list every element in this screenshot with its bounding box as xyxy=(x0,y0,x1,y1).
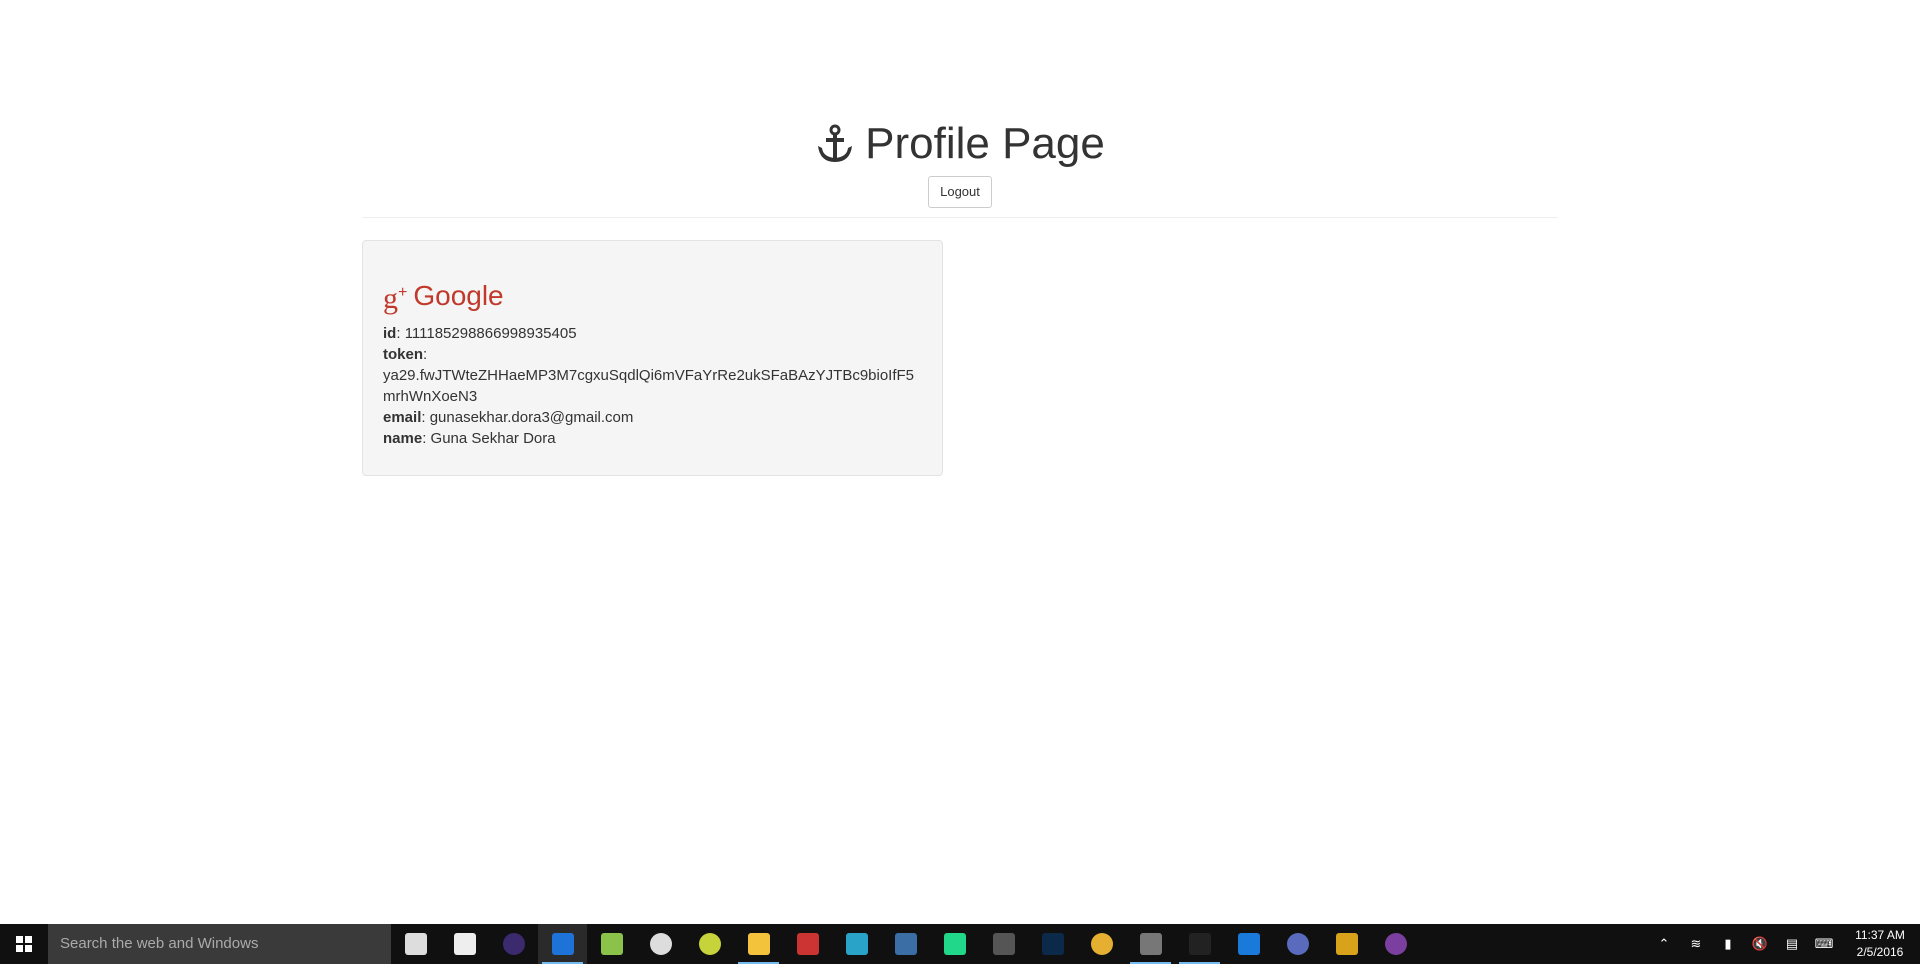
app-red-icon xyxy=(796,933,819,955)
taskbar-app-app-blue[interactable] xyxy=(1224,924,1273,964)
field-label: name xyxy=(383,430,423,447)
python-icon xyxy=(894,933,917,955)
chevron-up-icon[interactable]: ⌃ xyxy=(1648,936,1680,952)
anchor-icon xyxy=(818,124,853,162)
taskbar-app-notepad-plus[interactable] xyxy=(587,924,636,964)
volume-muted-icon[interactable]: 🔇 xyxy=(1744,936,1776,952)
field-value: gunasekhar.dora3@gmail.com xyxy=(429,409,634,426)
edge-icon xyxy=(551,933,574,955)
field-label: email xyxy=(383,409,422,426)
app-blue-icon xyxy=(1237,933,1260,955)
field-value: 111185298866998935405 xyxy=(404,325,577,342)
eclipse-icon xyxy=(502,933,525,955)
taskbar-app-app-purple[interactable] xyxy=(1371,924,1420,964)
photoshop-icon xyxy=(1041,933,1064,955)
taskbar-app-app-diamond[interactable] xyxy=(832,924,881,964)
start-button[interactable] xyxy=(0,924,48,964)
profile-page: Profile Page Logout g+ Google id: 111185… xyxy=(0,0,1920,924)
store-icon xyxy=(453,933,476,955)
clock[interactable]: 11:37 AM 2/5/2016 xyxy=(1840,927,1920,961)
field-value: ya29.fwJTWteZHHaeMP3M7cgxuSqdlQi6mVFaYrR… xyxy=(383,367,915,405)
taskbar-app-python[interactable] xyxy=(881,924,930,964)
taskbar-app-edge[interactable] xyxy=(538,924,587,964)
google-profile-card: g+ Google id: 111185298866998935405 toke… xyxy=(362,240,943,476)
field-label: id xyxy=(383,325,397,342)
chrome-icon xyxy=(1090,933,1113,955)
groove-icon xyxy=(649,933,672,955)
cmd-icon xyxy=(992,933,1015,955)
page-title-text: Profile Page xyxy=(865,119,1105,168)
taskbar: Search the web and Windows ⌃ ≋ ▮ 🔇 ▤ ⌨ 1… xyxy=(0,924,1920,964)
terminal-icon xyxy=(1188,933,1211,955)
field-value: Guna Sekhar Dora xyxy=(430,430,556,447)
pycharm-icon xyxy=(943,933,966,955)
field-id: id: 111185298866998935405 xyxy=(383,325,577,342)
notepad-plus-icon xyxy=(600,933,623,955)
taskbar-app-app-green[interactable] xyxy=(685,924,734,964)
taskbar-app-eclipse[interactable] xyxy=(489,924,538,964)
task-view-icon xyxy=(404,933,427,955)
system-tray: ⌃ ≋ ▮ 🔇 ▤ ⌨ 11:37 AM 2/5/2016 xyxy=(1648,927,1920,961)
app-planet-icon xyxy=(1286,933,1309,955)
taskbar-app-sublime[interactable] xyxy=(1126,924,1175,964)
taskbar-app-terminal[interactable] xyxy=(1175,924,1224,964)
taskbar-search[interactable]: Search the web and Windows xyxy=(48,924,391,964)
taskbar-apps xyxy=(391,924,1420,964)
page-header: Profile Page Logout xyxy=(362,112,1558,208)
taskbar-app-groove[interactable] xyxy=(636,924,685,964)
notifications-icon[interactable]: ▤ xyxy=(1776,936,1808,952)
page-title: Profile Page xyxy=(362,112,1558,176)
divider xyxy=(362,217,1558,218)
field-name: name: Guna Sekhar Dora xyxy=(383,430,556,447)
taskbar-app-cmd[interactable] xyxy=(979,924,1028,964)
taskbar-app-store[interactable] xyxy=(440,924,489,964)
taskbar-app-app-yellow[interactable] xyxy=(1322,924,1371,964)
taskbar-app-app-red[interactable] xyxy=(783,924,832,964)
windows-icon xyxy=(16,936,32,952)
logout-button[interactable]: Logout xyxy=(928,176,992,208)
app-diamond-icon xyxy=(845,933,868,955)
field-label: token xyxy=(383,346,424,363)
google-heading: g+ Google xyxy=(383,275,922,317)
app-yellow-icon xyxy=(1335,933,1358,955)
field-token: token: ya29.fwJTWteZHHaeMP3M7cgxuSqdlQi6m… xyxy=(383,346,915,405)
taskbar-app-app-planet[interactable] xyxy=(1273,924,1322,964)
field-email: email: gunasekhar.dora3@gmail.com xyxy=(383,409,634,426)
wifi-icon[interactable]: ≋ xyxy=(1680,936,1712,952)
keyboard-icon[interactable]: ⌨ xyxy=(1808,936,1840,952)
sublime-icon xyxy=(1139,933,1162,955)
clock-time: 11:37 AM xyxy=(1855,928,1905,942)
taskbar-app-pycharm[interactable] xyxy=(930,924,979,964)
taskbar-app-chrome[interactable] xyxy=(1077,924,1126,964)
google-plus-icon: g+ xyxy=(383,282,408,315)
file-explorer-icon xyxy=(747,933,770,955)
taskbar-app-task-view[interactable] xyxy=(391,924,440,964)
taskbar-app-file-explorer[interactable] xyxy=(734,924,783,964)
google-heading-text: Google xyxy=(413,280,504,311)
app-green-icon xyxy=(698,933,721,955)
app-purple-icon xyxy=(1384,933,1407,955)
clock-date: 2/5/2016 xyxy=(1856,945,1904,959)
taskbar-app-photoshop[interactable] xyxy=(1028,924,1077,964)
battery-icon[interactable]: ▮ xyxy=(1712,936,1744,952)
